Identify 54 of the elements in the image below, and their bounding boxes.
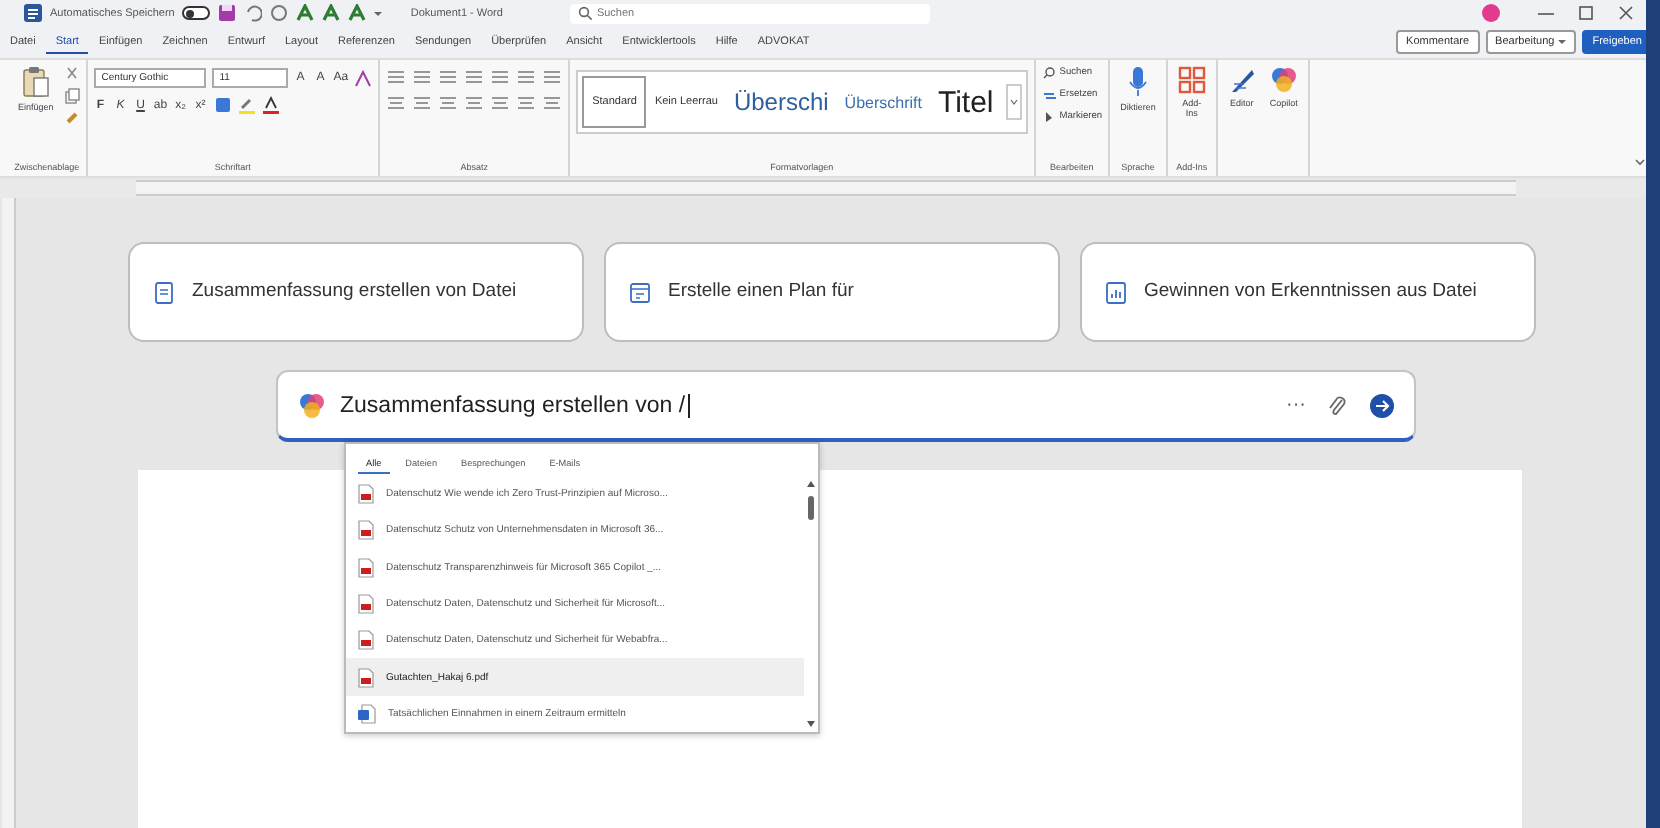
select-icon bbox=[1041, 110, 1056, 124]
document-icon bbox=[154, 281, 174, 303]
highlighter-icon[interactable] bbox=[237, 96, 256, 114]
grid-icon bbox=[1177, 66, 1206, 94]
pdf-file-icon bbox=[358, 557, 374, 578]
copilot-logo-icon bbox=[1269, 66, 1298, 94]
maximize-icon[interactable] bbox=[1576, 4, 1596, 22]
caret-icon[interactable] bbox=[374, 11, 383, 15]
format-icon[interactable] bbox=[296, 4, 315, 22]
cut-icon[interactable] bbox=[63, 66, 80, 82]
pen-icon bbox=[1227, 66, 1256, 94]
word-logo-icon bbox=[24, 4, 42, 22]
scrollbar-thumb[interactable] bbox=[808, 496, 814, 520]
search-icon bbox=[1041, 66, 1056, 80]
prompt-field[interactable]: Zusammenfassung erstellen von / ··· bbox=[276, 370, 1416, 442]
font-color-icon[interactable] bbox=[261, 96, 280, 114]
style-option[interactable]: Überschi bbox=[725, 76, 837, 128]
scroll-up-icon[interactable] bbox=[806, 480, 816, 488]
more-button[interactable]: ··· bbox=[1286, 394, 1306, 416]
clipboard-icon bbox=[21, 66, 50, 98]
send-icon[interactable] bbox=[1370, 393, 1394, 417]
chart-icon bbox=[1106, 281, 1126, 303]
pdf-file-icon bbox=[358, 667, 374, 688]
scroll-down-icon[interactable] bbox=[806, 720, 816, 728]
align-left-icon[interactable] bbox=[386, 94, 407, 112]
pdf-file-icon bbox=[358, 484, 374, 505]
paperclip-icon[interactable] bbox=[1326, 393, 1350, 417]
undo-icon[interactable] bbox=[244, 4, 263, 22]
style-option[interactable]: Überschrift bbox=[836, 76, 930, 128]
format-icon[interactable] bbox=[322, 4, 341, 22]
copilot-logo-icon bbox=[298, 391, 326, 419]
brush-icon[interactable] bbox=[63, 110, 80, 126]
word-file-icon bbox=[358, 703, 376, 724]
gallery-expand-icon[interactable] bbox=[1005, 84, 1022, 120]
save-icon[interactable] bbox=[218, 4, 237, 22]
pdf-file-icon bbox=[358, 593, 374, 614]
close-icon[interactable] bbox=[1616, 4, 1636, 22]
avatar-icon[interactable] bbox=[1482, 4, 1500, 22]
calendar-icon bbox=[630, 281, 650, 303]
pdf-file-icon bbox=[358, 520, 374, 541]
suggestion-card[interactable]: Gewinnen von Erkenntnissen aus Datei bbox=[1080, 242, 1536, 342]
collapse-ribbon-icon[interactable] bbox=[1632, 154, 1648, 170]
search-icon bbox=[578, 6, 593, 20]
suggestion-card[interactable]: Erstelle einen Plan für bbox=[604, 242, 1060, 342]
scrollbar[interactable] bbox=[804, 476, 818, 732]
style-option[interactable]: Titel bbox=[929, 76, 1002, 128]
clear-format-icon[interactable] bbox=[354, 69, 373, 87]
autosave-toggle[interactable] bbox=[182, 6, 211, 20]
pdf-file-icon bbox=[358, 630, 374, 651]
copy-icon[interactable] bbox=[63, 88, 80, 104]
microphone-icon bbox=[1127, 66, 1148, 98]
suggestion-card[interactable]: Zusammenfassung erstellen von Datei bbox=[128, 242, 584, 342]
bullet-list-icon[interactable] bbox=[386, 68, 407, 86]
format-icon[interactable] bbox=[348, 4, 367, 22]
